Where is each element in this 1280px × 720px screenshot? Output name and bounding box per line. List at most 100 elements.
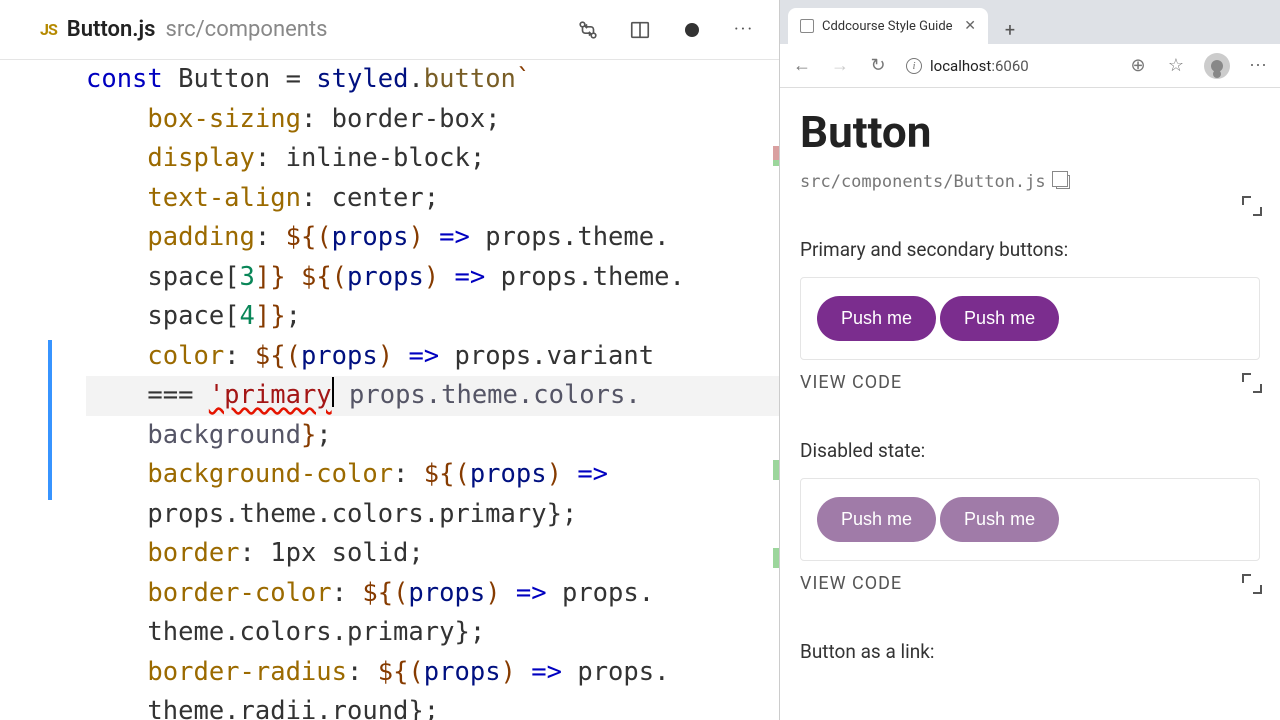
overview-ruler[interactable] <box>761 60 779 720</box>
browser-tab-title: Cddcourse Style Guide <box>822 19 953 34</box>
url-host: localhost <box>930 57 991 75</box>
browser-menu-icon[interactable]: ⋯ <box>1248 55 1268 76</box>
example-button-disabled[interactable]: Push me <box>940 497 1059 542</box>
code-token: ) <box>547 459 578 489</box>
example-label-link: Button as a link: <box>800 640 1260 663</box>
code-token: border <box>86 538 240 568</box>
code-token: props.theme. <box>470 222 670 252</box>
code-token: : <box>224 341 255 371</box>
code-token: space[ <box>86 262 240 292</box>
code-token: color <box>86 341 224 371</box>
code-token: theme.colors.primary} <box>86 617 470 647</box>
code-token: ]} <box>255 262 286 292</box>
code-token-error: 'primary <box>209 380 332 410</box>
code-token: ${( <box>286 222 332 252</box>
code-token: props.theme. <box>485 262 685 292</box>
code-token: ]} <box>255 301 286 331</box>
close-tab-icon[interactable]: ✕ <box>964 18 976 34</box>
code-token: props <box>408 578 485 608</box>
code-token: ) <box>378 341 409 371</box>
example-button-secondary[interactable]: Push me <box>940 296 1059 341</box>
code-token: : inline-block; <box>255 143 485 173</box>
code-token: ${( <box>362 578 408 608</box>
address-bar[interactable]: i localhost:6060 <box>906 57 1110 75</box>
example-button-primary[interactable]: Push me <box>817 296 936 341</box>
back-icon[interactable]: ← <box>792 55 812 76</box>
code-token: } <box>301 420 316 450</box>
code-token: ) <box>408 222 439 252</box>
open-file-path: src/components <box>165 17 327 42</box>
js-file-icon: JS <box>40 20 57 39</box>
fullscreen-icon[interactable] <box>1244 576 1260 592</box>
code-token: props.variant <box>439 341 669 371</box>
code-token: ` <box>516 64 531 94</box>
code-editor[interactable]: const Button = styled.button` box-sizing… <box>0 60 779 720</box>
example-label-disabled: Disabled state: <box>800 439 1260 462</box>
code-token: padding <box>86 222 255 252</box>
code-token: ${( <box>255 341 301 371</box>
browser-tab-strip: Cddcourse Style Guide ✕ + <box>780 0 1280 44</box>
view-code-toggle[interactable]: VIEW CODE <box>800 372 902 393</box>
unsaved-dot-icon[interactable] <box>681 19 703 41</box>
code-token: ; <box>286 301 301 331</box>
code-token: => <box>531 657 562 687</box>
code-token: props <box>301 341 378 371</box>
code-token: props.theme.colors. <box>334 380 641 410</box>
code-token: theme.radii.round} <box>86 696 424 720</box>
favorite-icon[interactable]: ☆ <box>1166 55 1186 76</box>
code-token: ${( <box>424 459 470 489</box>
code-token: === <box>86 380 209 410</box>
code-token: 4 <box>240 301 255 331</box>
code-token: : <box>347 657 378 687</box>
view-code-toggle[interactable]: VIEW CODE <box>800 573 902 594</box>
code-token: 3 <box>240 262 255 292</box>
code-token: = <box>286 64 301 94</box>
code-token: props <box>347 262 424 292</box>
code-token: => <box>408 341 439 371</box>
code-token: : <box>393 459 424 489</box>
code-token: => <box>516 578 547 608</box>
example-label-primary: Primary and secondary buttons: <box>800 238 1260 261</box>
zoom-icon[interactable]: ⊕ <box>1128 55 1148 76</box>
code-token: : center; <box>301 183 439 213</box>
profile-avatar[interactable] <box>1204 53 1230 79</box>
code-token: text-align <box>86 183 301 213</box>
forward-icon[interactable]: → <box>830 55 850 76</box>
code-token: ; <box>470 617 485 647</box>
more-actions-icon[interactable]: ··· <box>733 19 755 41</box>
code-token: props <box>470 459 547 489</box>
code-token: => <box>439 222 470 252</box>
copy-path-icon[interactable] <box>1056 175 1070 189</box>
split-editor-icon[interactable] <box>629 19 651 41</box>
code-token: : <box>255 222 286 252</box>
code-token: background <box>86 420 301 450</box>
code-token: props <box>332 222 409 252</box>
code-token: : <box>332 578 363 608</box>
code-token: display <box>86 143 255 173</box>
code-token: props. <box>547 578 654 608</box>
fullscreen-icon[interactable] <box>1244 198 1260 214</box>
code-token: . <box>408 64 423 94</box>
new-tab-button[interactable]: + <box>996 16 1024 44</box>
code-token: space[ <box>86 301 240 331</box>
styleguide-page: Button src/components/Button.js Primary … <box>780 88 1280 720</box>
code-token: button <box>424 64 516 94</box>
code-token: box-sizing <box>86 104 301 134</box>
code-token: const <box>86 64 163 94</box>
editor-tab-bar: JS Button.js src/components ··· <box>0 0 779 60</box>
code-token: props.theme.colors.primary} <box>86 499 562 529</box>
editor-tab-actions: ··· <box>577 19 763 41</box>
open-file-name[interactable]: Button.js <box>67 17 156 42</box>
code-token: ) <box>501 657 532 687</box>
code-token: props <box>424 657 501 687</box>
example-button-disabled[interactable]: Push me <box>817 497 936 542</box>
reload-icon[interactable]: ↻ <box>868 55 888 76</box>
code-token: styled <box>301 64 408 94</box>
compare-changes-icon[interactable] <box>577 19 599 41</box>
site-info-icon[interactable]: i <box>906 58 922 74</box>
browser-tab-active[interactable]: Cddcourse Style Guide ✕ <box>788 8 988 44</box>
code-token: ) <box>424 262 455 292</box>
code-token: ${( <box>286 262 347 292</box>
fullscreen-icon[interactable] <box>1244 375 1260 391</box>
browser-pane: Cddcourse Style Guide ✕ + ← → ↻ i localh… <box>780 0 1280 720</box>
